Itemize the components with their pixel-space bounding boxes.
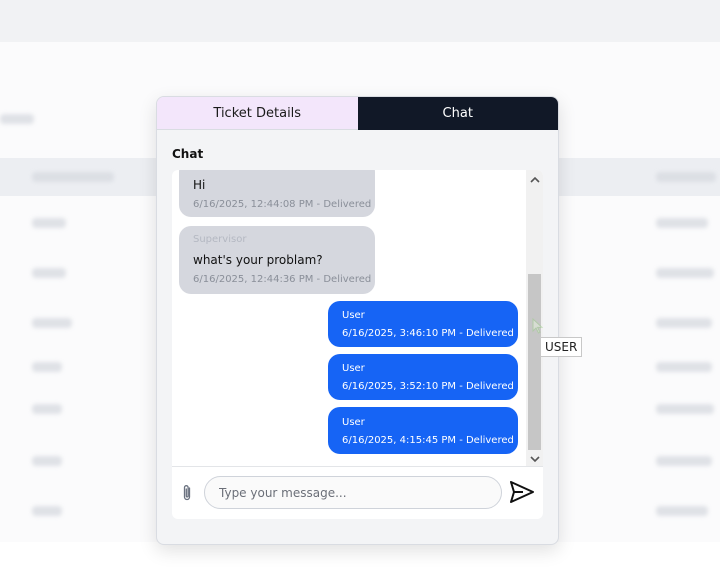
- blurred-row: [656, 506, 708, 516]
- chevron-down-icon[interactable]: [526, 452, 543, 466]
- message-meta: 6/16/2025, 3:52:10 PM - Delivered: [342, 381, 514, 392]
- blurred-row: [32, 318, 72, 328]
- blurred-row: [32, 172, 114, 182]
- blurred-row: [656, 456, 712, 466]
- blurred-row: [656, 172, 716, 182]
- blurred-row: [32, 456, 62, 466]
- cursor-icon: [532, 318, 544, 334]
- message-meta: 6/16/2025, 3:46:10 PM - Delivered: [342, 328, 514, 339]
- send-icon[interactable]: [510, 481, 534, 503]
- blurred-row: [656, 218, 708, 228]
- message-meta: 6/16/2025, 4:15:45 PM - Delivered: [342, 435, 514, 446]
- message-sender: User: [342, 310, 365, 321]
- chat-panel: Hi 6/16/2025, 12:44:08 PM - Delivered Su…: [172, 170, 543, 519]
- blurred-row: [656, 362, 712, 372]
- blurred-row: [656, 404, 714, 414]
- message-bubble-outgoing: User 6/16/2025, 3:46:10 PM - Delivered: [328, 301, 518, 347]
- message-meta: 6/16/2025, 12:44:36 PM - Delivered: [193, 274, 372, 285]
- blurred-row: [32, 218, 66, 228]
- scrollbar-thumb[interactable]: [528, 274, 541, 450]
- message-bubble-outgoing: User 6/16/2025, 3:52:10 PM - Delivered: [328, 354, 518, 400]
- chat-title: Chat: [172, 147, 204, 161]
- message-sender: User: [342, 363, 365, 374]
- paperclip-icon[interactable]: [180, 483, 194, 503]
- message-composer: [172, 466, 543, 519]
- message-input[interactable]: [204, 476, 502, 509]
- tooltip: USER: [540, 337, 583, 357]
- app-header: [0, 0, 720, 42]
- message-sender: User: [342, 417, 365, 428]
- blurred-row: [656, 318, 712, 328]
- tab-ticket-details[interactable]: Ticket Details: [157, 97, 358, 130]
- blurred-row: [32, 506, 62, 516]
- message-bubble-incoming: Supervisor what's your problam? 6/16/202…: [179, 226, 375, 294]
- page-footer-background: [0, 542, 720, 579]
- blurred-row: [0, 114, 34, 124]
- message-text: what's your problam?: [193, 253, 323, 267]
- blurred-row: [32, 404, 62, 414]
- chevron-up-icon[interactable]: [526, 172, 543, 186]
- message-bubble-incoming: Hi 6/16/2025, 12:44:08 PM - Delivered: [179, 170, 375, 217]
- modal-tabs: Ticket Details Chat: [157, 97, 558, 130]
- message-meta: 6/16/2025, 12:44:08 PM - Delivered: [193, 199, 372, 210]
- ticket-modal: Ticket Details Chat Chat Hi 6/16/2025, 1…: [156, 96, 559, 545]
- tab-chat[interactable]: Chat: [357, 97, 558, 130]
- message-text: Hi: [193, 178, 206, 192]
- message-bubble-outgoing: User 6/16/2025, 4:15:45 PM - Delivered: [328, 407, 518, 454]
- message-list[interactable]: Hi 6/16/2025, 12:44:08 PM - Delivered Su…: [172, 170, 526, 466]
- blurred-row: [656, 268, 714, 278]
- blurred-row: [32, 268, 66, 278]
- blurred-row: [32, 362, 62, 372]
- message-sender: Supervisor: [193, 234, 247, 245]
